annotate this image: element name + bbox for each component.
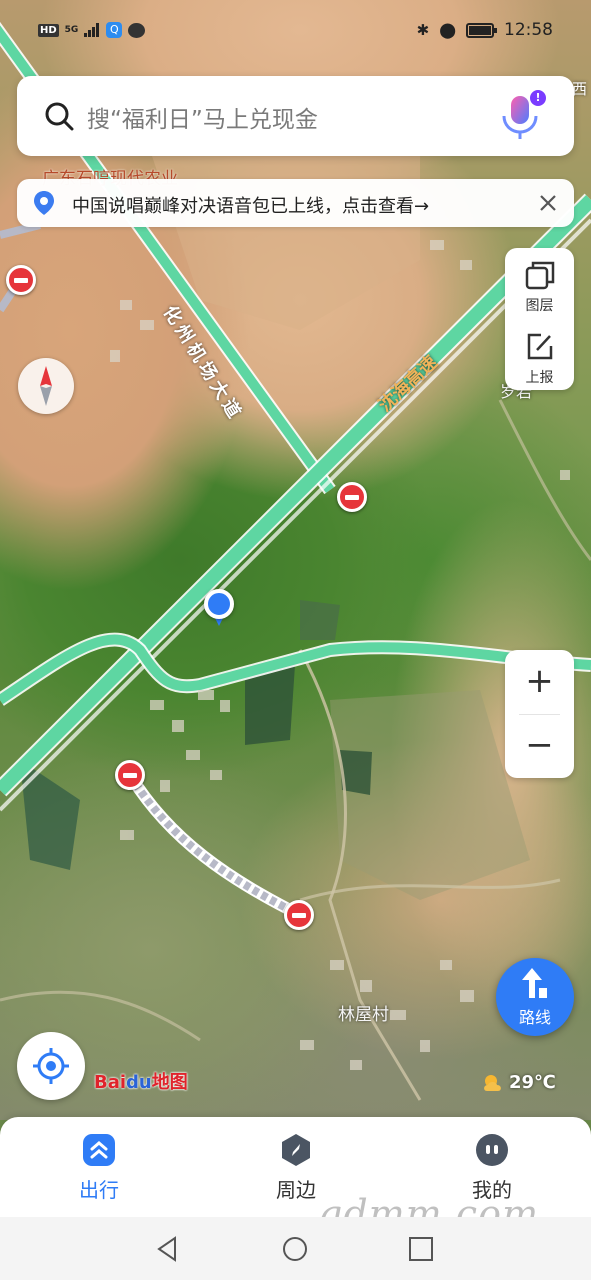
location-pin-icon [34, 191, 54, 215]
logo-paw: du [126, 1072, 152, 1093]
system-navigation-bar [0, 1217, 591, 1280]
travel-icon [83, 1134, 115, 1166]
compass-button[interactable] [18, 358, 74, 414]
route-label: 路线 [518, 1008, 551, 1027]
weather-widget[interactable]: 29℃ [481, 1072, 556, 1093]
layers-label: 图层 [525, 298, 554, 314]
map-label-village[interactable]: 林屋村 [338, 1000, 389, 1025]
logo-suffix: 地图 [151, 1072, 188, 1093]
edit-report-icon [527, 333, 553, 360]
bluetooth-icon: ✱ [416, 21, 430, 39]
back-icon[interactable] [153, 1234, 183, 1264]
current-location-marker[interactable] [204, 589, 234, 619]
road-restriction-icon[interactable] [6, 265, 36, 295]
search-bar[interactable]: 搜“福利日”马上兑现金 ! [17, 76, 574, 156]
location-status-icon: ⬤ [439, 21, 456, 39]
layers-icon [525, 261, 555, 290]
message-notification-icon [128, 22, 146, 38]
my-location-button[interactable] [17, 1032, 85, 1100]
compass-nearby-icon [282, 1134, 310, 1166]
crosshair-icon [33, 1048, 69, 1084]
partly-cloudy-icon [484, 1074, 501, 1091]
baidu-map-logo: Baidu地图 [94, 1068, 188, 1094]
layers-button[interactable]: 图层 [505, 248, 574, 318]
logo-text: Bai [94, 1072, 127, 1093]
zoom-in-button[interactable]: + [505, 650, 574, 714]
tab-travel[interactable]: 出行 [39, 1117, 159, 1217]
network-type: 5G [64, 24, 79, 35]
report-label: 上报 [525, 370, 554, 386]
map-tools-panel: 图层 上报 [505, 248, 574, 390]
temperature-text: 29℃ [509, 1072, 556, 1093]
zoom-controls: + − [505, 650, 574, 778]
map-label-east: 西 [572, 80, 588, 98]
hd-indicator: HD [38, 23, 59, 37]
search-input[interactable]: 搜“福利日”马上兑现金 [87, 100, 318, 134]
road-restriction-icon[interactable] [337, 482, 367, 512]
profile-icon [476, 1134, 508, 1166]
status-bar: HD 5G Q ✱ ⬤ 12:58 [0, 0, 591, 66]
clock: 12:58 [504, 20, 553, 40]
battery-icon [466, 22, 497, 38]
app-notification-icon: Q [106, 22, 123, 38]
road-restriction-icon[interactable] [284, 900, 314, 930]
announcement-text[interactable]: 中国说唱巅峰对决语音包已上线，点击查看→ [72, 192, 429, 218]
search-icon [45, 102, 74, 131]
compass-icon [40, 366, 52, 406]
zoom-out-button[interactable]: − [505, 714, 574, 778]
report-button[interactable]: 上报 [505, 320, 574, 390]
road-restriction-icon[interactable] [115, 760, 145, 790]
signal-icon [84, 23, 100, 37]
route-arrow-icon [522, 968, 547, 998]
notification-badge: ! [530, 90, 546, 106]
close-icon[interactable] [534, 189, 562, 217]
recents-icon[interactable] [406, 1234, 436, 1264]
tab-travel-label: 出行 [79, 1178, 119, 1202]
home-icon[interactable] [280, 1234, 310, 1264]
route-button[interactable]: 路线 [496, 958, 574, 1036]
map-view[interactable]: 化州机场大道 沈海高速 林屋村 岁岩 广东石哼现代农业 西 [0, 0, 591, 1120]
announcement-banner[interactable]: 中国说唱巅峰对决语音包已上线，点击查看→ [17, 179, 574, 227]
